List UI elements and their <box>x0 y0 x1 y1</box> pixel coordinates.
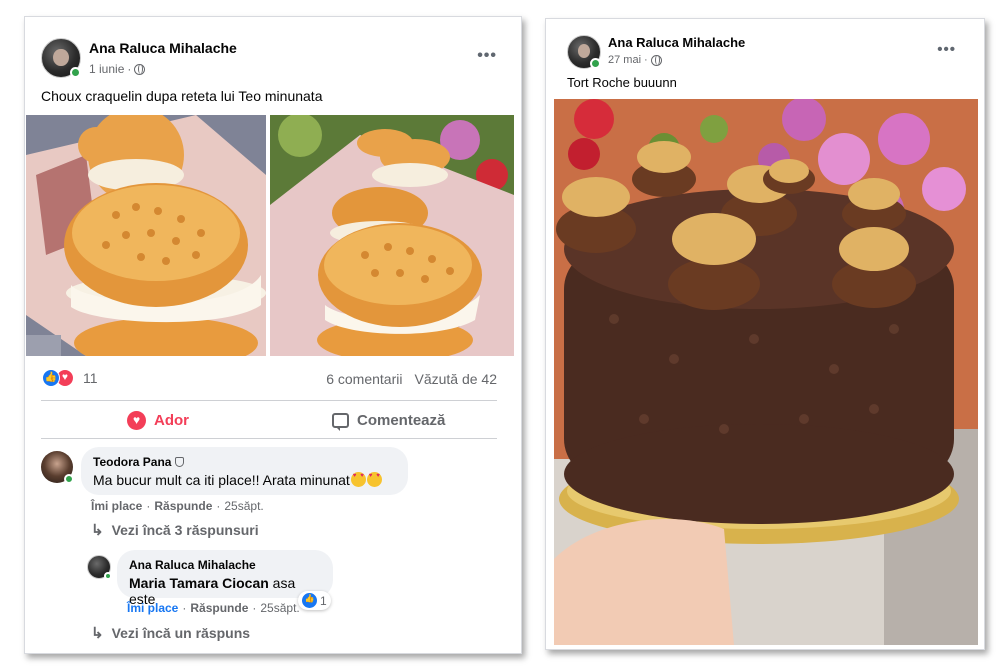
post-text: Choux craquelin dupa reteta lui Teo minu… <box>41 88 323 104</box>
reply-author-avatar[interactable] <box>87 555 112 580</box>
heart-eyes-emoji-icon <box>350 472 366 487</box>
separator: · <box>146 499 151 513</box>
post-options-button[interactable]: ••• <box>937 41 956 58</box>
reply-like-link[interactable]: Îmi place <box>127 601 178 615</box>
love-button-label: Ador <box>154 411 189 429</box>
post-photo-2[interactable]: Wonder <box>270 115 514 356</box>
reply-author-name[interactable]: Ana Raluca Mihalache <box>129 558 321 572</box>
post-options-button[interactable]: ••• <box>477 47 497 65</box>
reaction-summary[interactable]: 👍 ♥ 11 <box>42 369 98 387</box>
reply-arrow-icon: ↳ <box>91 522 104 539</box>
audience-globe-icon[interactable] <box>134 63 146 75</box>
post-date[interactable]: 1 iunie <box>89 62 124 76</box>
choux-photo-illustration: Wonder <box>270 115 514 356</box>
shield-badge-icon <box>175 457 185 467</box>
author-info: Ana Raluca Mihalache 1 iunie · <box>89 40 237 76</box>
comment-bubble: Teodora Pana Ma bucur mult ca iti place!… <box>81 447 408 495</box>
separator: · <box>252 601 257 615</box>
heart-eyes-emoji-icon <box>366 472 382 487</box>
reply-time[interactable]: 25săpt. <box>260 601 299 615</box>
post-photo[interactable] <box>554 99 978 645</box>
post-card-cake: Ana Raluca Mihalache 27 mai · ••• Tort R… <box>545 18 985 650</box>
love-button[interactable]: ♥ Ador <box>127 405 189 435</box>
author-avatar[interactable] <box>567 35 601 69</box>
comments-count-link[interactable]: 6 comentarii <box>326 371 402 387</box>
reply-reaction-count: 1 <box>320 593 327 608</box>
avatar-face <box>53 48 69 66</box>
comment-reply-link[interactable]: Răspunde <box>154 499 212 513</box>
avatar-face <box>577 44 591 59</box>
seen-by-link[interactable]: Văzută de 42 <box>414 371 497 387</box>
engagement-counts: 6 comentarii Văzută de 42 <box>326 371 497 387</box>
view-more-replies-link[interactable]: ↳ Vezi încă 3 răspunsuri <box>91 521 259 539</box>
comment-author[interactable]: Teodora Pana <box>93 455 396 469</box>
cake-photo-illustration <box>554 99 978 645</box>
online-status-dot <box>64 474 74 484</box>
like-reaction-icon: 👍 <box>302 593 317 608</box>
author-name[interactable]: Ana Raluca Mihalache <box>608 35 745 50</box>
post-meta: 1 iunie · <box>89 62 237 76</box>
reply-bubble: Ana Raluca Mihalache Maria Tamara Ciocan… <box>117 550 333 607</box>
post-date[interactable]: 27 mai <box>608 54 641 66</box>
post-text: Tort Roche buuunn <box>567 75 677 90</box>
post-card-choux: Ana Raluca Mihalache 1 iunie · ••• Choux… <box>24 16 522 654</box>
comment-button-label: Comentează <box>357 411 446 429</box>
online-status-dot <box>70 67 81 78</box>
reply-arrow-icon: ↳ <box>91 625 104 642</box>
choux-photo-illustration <box>26 115 266 356</box>
online-status-dot <box>590 58 601 69</box>
divider <box>41 438 497 439</box>
post-header: Ana Raluca Mihalache 27 mai · <box>567 35 745 69</box>
comment-actions: Îmi place · Răspunde · 25săpt. <box>91 499 264 513</box>
reply-reaction-badge[interactable]: 👍 1 <box>298 591 331 610</box>
divider <box>41 400 497 401</box>
like-reaction-icon: 👍 <box>42 369 60 387</box>
mention-link[interactable]: Maria Tamara Ciocan <box>129 575 269 591</box>
comment-text-body: Ma bucur mult ca iti place!! Arata minun… <box>93 472 350 488</box>
post-meta: 27 mai · <box>608 54 745 66</box>
meta-separator: · <box>644 54 648 66</box>
audience-globe-icon[interactable] <box>650 54 662 66</box>
author-name[interactable]: Ana Raluca Mihalache <box>89 40 237 56</box>
comment-text: Ma bucur mult ca iti place!! Arata minun… <box>93 472 396 488</box>
heart-icon: ♥ <box>127 410 146 430</box>
post-header: Ana Raluca Mihalache 1 iunie · <box>41 38 237 78</box>
post-photo-1[interactable] <box>26 115 266 356</box>
view-more-replies-label: Vezi încă 3 răspunsuri <box>111 522 259 538</box>
commenter-avatar[interactable] <box>41 451 74 484</box>
comment-like-link[interactable]: Îmi place <box>91 499 142 513</box>
comment-button[interactable]: Comentează <box>332 405 445 435</box>
view-more-replies-label: Vezi încă un răspuns <box>111 625 251 641</box>
comment-time[interactable]: 25săpt. <box>224 499 263 513</box>
separator: · <box>216 499 221 513</box>
reaction-count: 11 <box>83 370 98 386</box>
online-status-dot <box>104 572 112 580</box>
reply-reply-link[interactable]: Răspunde <box>190 601 248 615</box>
view-more-replies-link[interactable]: ↳ Vezi încă un răspuns <box>91 624 250 642</box>
comment-author-name: Teodora Pana <box>93 455 172 469</box>
author-info: Ana Raluca Mihalache 27 mai · <box>608 35 745 66</box>
comment-icon <box>332 412 349 431</box>
meta-separator: · <box>127 62 132 76</box>
separator: · <box>182 601 187 615</box>
reply-actions: Îmi place · Răspunde · 25săpt. <box>127 601 300 615</box>
author-avatar[interactable] <box>41 38 81 78</box>
